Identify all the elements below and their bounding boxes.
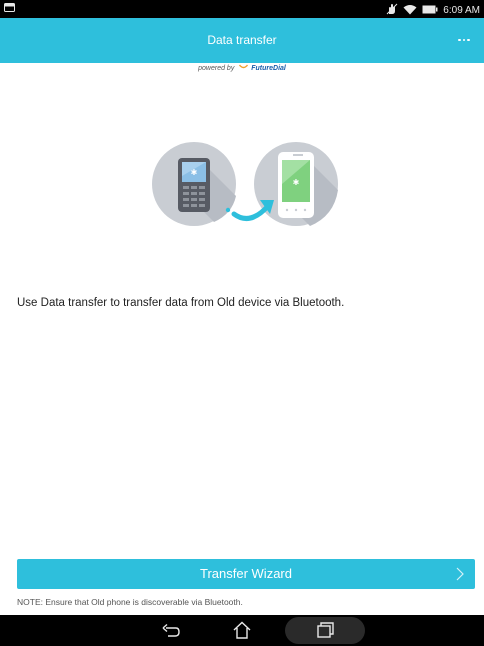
powered-by: powered by FutureDial	[0, 64, 484, 72]
status-icons: 6:09 AM	[386, 3, 480, 19]
more-horizontal-icon	[458, 38, 461, 42]
svg-text:✱: ✱	[191, 168, 198, 177]
device-transfer-icon: ✱ ✱	[152, 142, 338, 226]
notification-card-icon	[4, 3, 15, 15]
transfer-wizard-button[interactable]: Transfer Wizard	[17, 559, 475, 589]
hand-icon	[386, 3, 398, 19]
more-dot	[462, 38, 466, 42]
description-text: Use Data transfer to transfer data from …	[17, 297, 345, 309]
recents-icon	[317, 622, 334, 638]
svg-text:✱: ✱	[293, 178, 300, 187]
chevron-right-icon	[456, 567, 464, 581]
wifi-icon	[403, 4, 417, 19]
recents-button[interactable]	[312, 618, 338, 642]
navigation-bar	[0, 615, 484, 646]
status-bar: 6:09 AM	[0, 0, 484, 18]
home-icon	[233, 621, 251, 639]
more-dot	[467, 38, 470, 42]
powered-by-brand: FutureDial	[251, 65, 286, 72]
powered-by-prefix: powered by	[198, 65, 235, 72]
back-button[interactable]	[158, 618, 184, 642]
app-bar: Data transfer	[0, 18, 484, 63]
battery-icon	[422, 5, 438, 18]
transfer-illustration: ✱ ✱	[150, 140, 340, 230]
transfer-wizard-label: Transfer Wizard	[200, 566, 292, 581]
futuredial-logo-icon	[239, 64, 249, 69]
bluetooth-note: NOTE: Ensure that Old phone is discovera…	[17, 597, 243, 607]
home-button[interactable]	[229, 618, 255, 642]
app-title: Data transfer	[207, 33, 277, 47]
back-icon	[162, 623, 180, 637]
status-time: 6:09 AM	[443, 5, 480, 16]
overflow-menu-button[interactable]	[454, 31, 474, 49]
